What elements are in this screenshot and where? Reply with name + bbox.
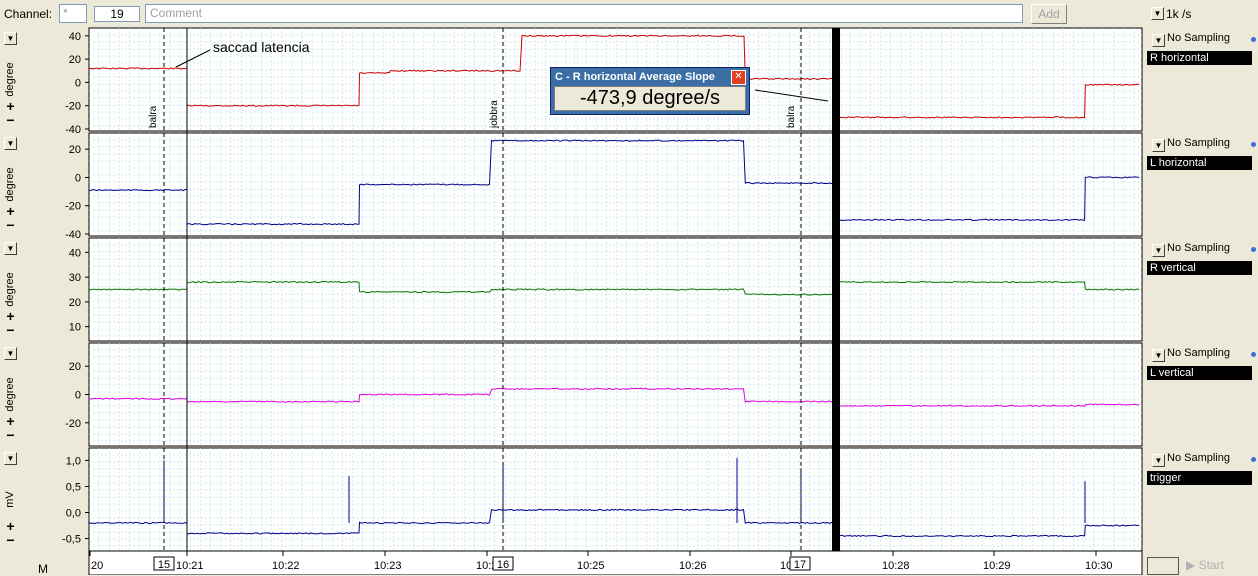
slope-popup: C - R horizontal Average Slope ✕ -473,9 …	[550, 67, 750, 115]
time-tick-label: 10:23	[374, 560, 402, 572]
y-tick-label: 0	[75, 172, 81, 184]
event-number: 17	[794, 559, 806, 571]
plot-panel	[88, 342, 1143, 447]
y-tick-label: -20	[65, 418, 81, 430]
time-tick-label: 10:22	[272, 560, 300, 572]
time-tick-label: 10:25	[577, 560, 605, 572]
y-tick-label: 0,5	[66, 481, 81, 493]
y-tick-label: 20	[69, 144, 81, 156]
y-axis-unit: degree	[4, 272, 16, 306]
event-number: 16	[497, 559, 509, 571]
y-tick-label: -40	[65, 124, 81, 136]
y-axis-unit: mV	[4, 491, 16, 508]
y-tick-label: 20	[69, 297, 81, 309]
y-tick-label: 40	[69, 247, 81, 259]
popup-title: C - R horizontal Average Slope	[555, 71, 715, 83]
time-tick-label: 10:21	[176, 560, 204, 572]
y-tick-label: 0,0	[66, 508, 81, 520]
popup-value: -473,9 degree/s	[554, 86, 746, 111]
y-tick-label: -20	[65, 101, 81, 113]
time-tick-label: 10:29	[983, 560, 1011, 572]
selection-cursor[interactable]	[832, 28, 840, 551]
start-button[interactable]: ▶ Start	[1186, 558, 1246, 575]
y-tick-label: 20	[69, 361, 81, 373]
time-tick-label: 10:28	[882, 560, 910, 572]
plot-panel	[88, 132, 1143, 237]
event-marker-label: jobbra	[489, 100, 500, 129]
event-marker-label: balra	[148, 105, 159, 128]
time-tick-label: 10:26	[679, 560, 707, 572]
y-tick-label: -20	[65, 201, 81, 213]
keyboard-icon[interactable]	[1147, 557, 1179, 575]
event-marker-label: balra	[786, 105, 797, 128]
saccade-annotation: saccad latencia	[213, 39, 310, 55]
time-tick-label: 20	[91, 560, 103, 572]
y-tick-label: 0	[75, 390, 81, 402]
time-tick-label: 10:30	[1085, 560, 1113, 572]
y-tick-label: 0	[75, 77, 81, 89]
y-axis-unit: degree	[4, 167, 16, 201]
event-number: 15	[158, 559, 170, 571]
y-tick-label: -0,5	[62, 534, 81, 546]
y-tick-label: 30	[69, 272, 81, 284]
y-tick-label: 40	[69, 31, 81, 43]
y-tick-label: 1,0	[66, 455, 81, 467]
y-tick-label: -40	[65, 229, 81, 241]
y-axis-unit: degree	[4, 377, 16, 411]
y-tick-label: 10	[69, 322, 81, 334]
close-icon[interactable]: ✕	[731, 70, 746, 85]
mode-label: M	[38, 562, 48, 576]
y-tick-label: 20	[69, 54, 81, 66]
y-axis-unit: degree	[4, 62, 16, 96]
